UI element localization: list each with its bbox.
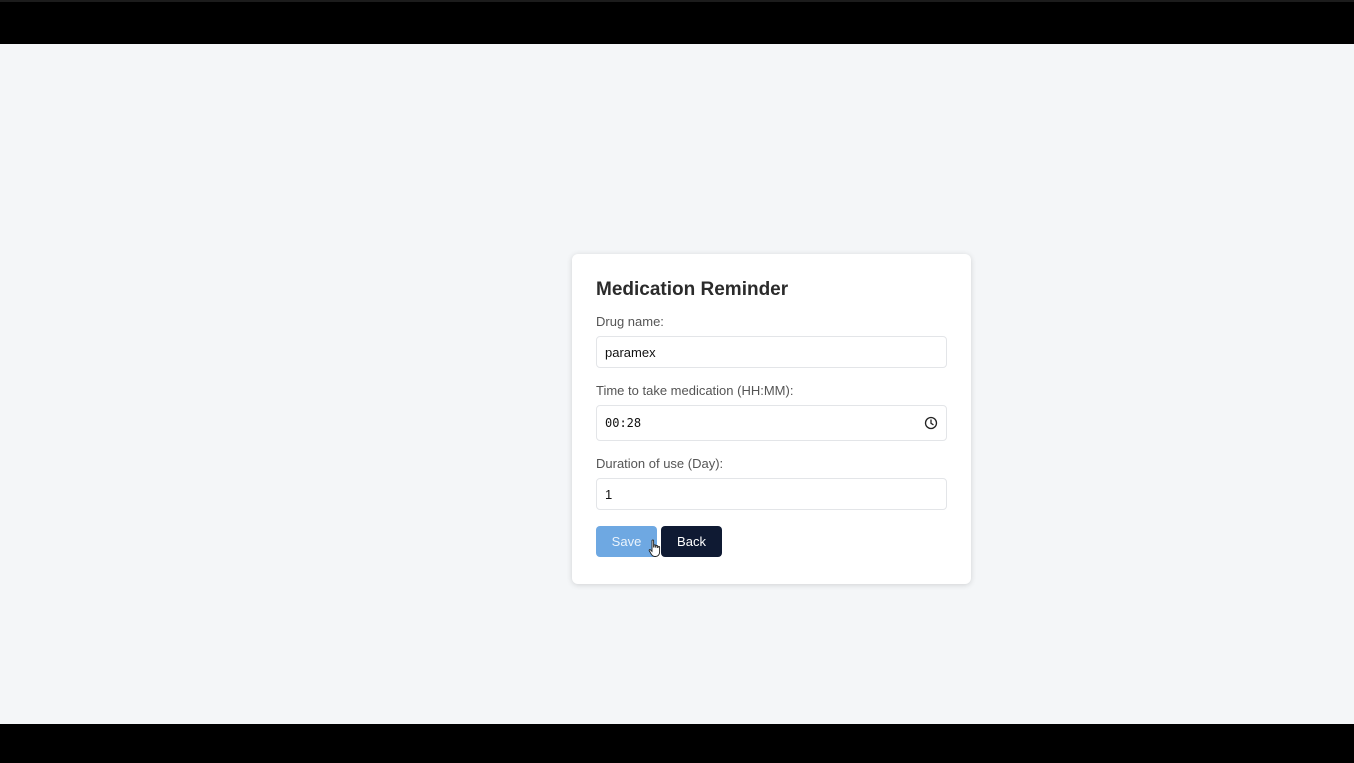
letterbox-top: [0, 0, 1354, 44]
letterbox-bottom: [0, 724, 1354, 763]
drug-name-label: Drug name:: [596, 314, 664, 329]
duration-label: Duration of use (Day):: [596, 456, 724, 471]
drug-name-value: paramex: [605, 344, 656, 360]
page-viewport: Medication Reminder Drug name: paramex T…: [0, 44, 1354, 724]
back-button[interactable]: Back: [661, 526, 722, 557]
clock-icon[interactable]: [924, 416, 938, 430]
drug-name-input[interactable]: paramex: [596, 336, 947, 368]
time-label: Time to take medication (HH:MM):: [596, 383, 794, 398]
pointer-cursor-icon: [648, 539, 661, 557]
time-input[interactable]: 00:28: [596, 405, 947, 441]
form-title: Medication Reminder: [596, 279, 789, 300]
duration-value: 1: [605, 486, 613, 502]
duration-input[interactable]: 1: [596, 478, 947, 510]
medication-reminder-form: Medication Reminder Drug name: paramex T…: [572, 254, 971, 584]
time-value: 00:28: [605, 416, 642, 430]
